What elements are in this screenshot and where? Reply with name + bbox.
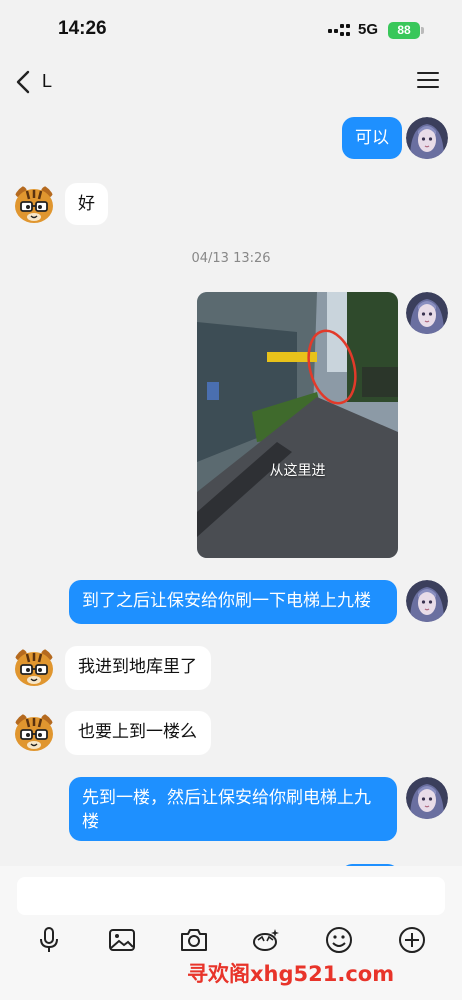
outgoing-message-bubble[interactable]: 可以 — [342, 117, 402, 159]
image-message[interactable]: 从这里进 — [197, 292, 398, 558]
watermark-text: 寻欢阁xhg521.com — [187, 962, 395, 986]
battery-icon: 88 — [388, 22, 420, 39]
contact-avatar[interactable] — [13, 711, 55, 753]
chat-title[interactable]: L — [42, 71, 52, 92]
message-input[interactable] — [17, 877, 445, 915]
plus-icon[interactable] — [396, 924, 428, 956]
my-avatar[interactable] — [406, 117, 448, 159]
my-avatar[interactable] — [406, 777, 448, 819]
microphone-icon[interactable] — [33, 924, 65, 956]
hamburger-menu-icon[interactable] — [417, 72, 439, 90]
outgoing-message-bubble[interactable]: 先到一楼，然后让保安给你刷电梯上九楼 — [69, 777, 397, 841]
chat-header: L — [0, 60, 462, 104]
signal-icon — [328, 24, 350, 38]
network-label: 5G — [358, 21, 379, 38]
emoji-icon[interactable] — [323, 924, 355, 956]
message-timestamp: 04/13 13:26 — [191, 251, 271, 266]
incoming-message-bubble[interactable]: 也要上到一楼么 — [65, 711, 211, 755]
image-caption: 从这里进 — [269, 463, 326, 479]
contact-avatar[interactable] — [13, 646, 55, 688]
chevron-left-icon[interactable] — [12, 69, 36, 95]
status-bar: 14:26 5G 88 — [0, 0, 462, 60]
my-avatar[interactable] — [406, 292, 448, 334]
incoming-message-bubble[interactable]: 好 — [65, 183, 108, 225]
status-time: 14:26 — [58, 18, 107, 39]
sticker-icon[interactable] — [250, 924, 282, 956]
contact-avatar[interactable] — [13, 183, 55, 225]
street-photo — [197, 292, 398, 558]
image-icon[interactable] — [106, 924, 138, 956]
outgoing-message-bubble[interactable]: 到了之后让保安给你刷一下电梯上九楼 — [69, 580, 397, 624]
battery-tip — [421, 27, 424, 34]
my-avatar[interactable] — [406, 580, 448, 622]
camera-icon[interactable] — [178, 924, 210, 956]
incoming-message-bubble[interactable]: 我进到地库里了 — [65, 646, 211, 690]
